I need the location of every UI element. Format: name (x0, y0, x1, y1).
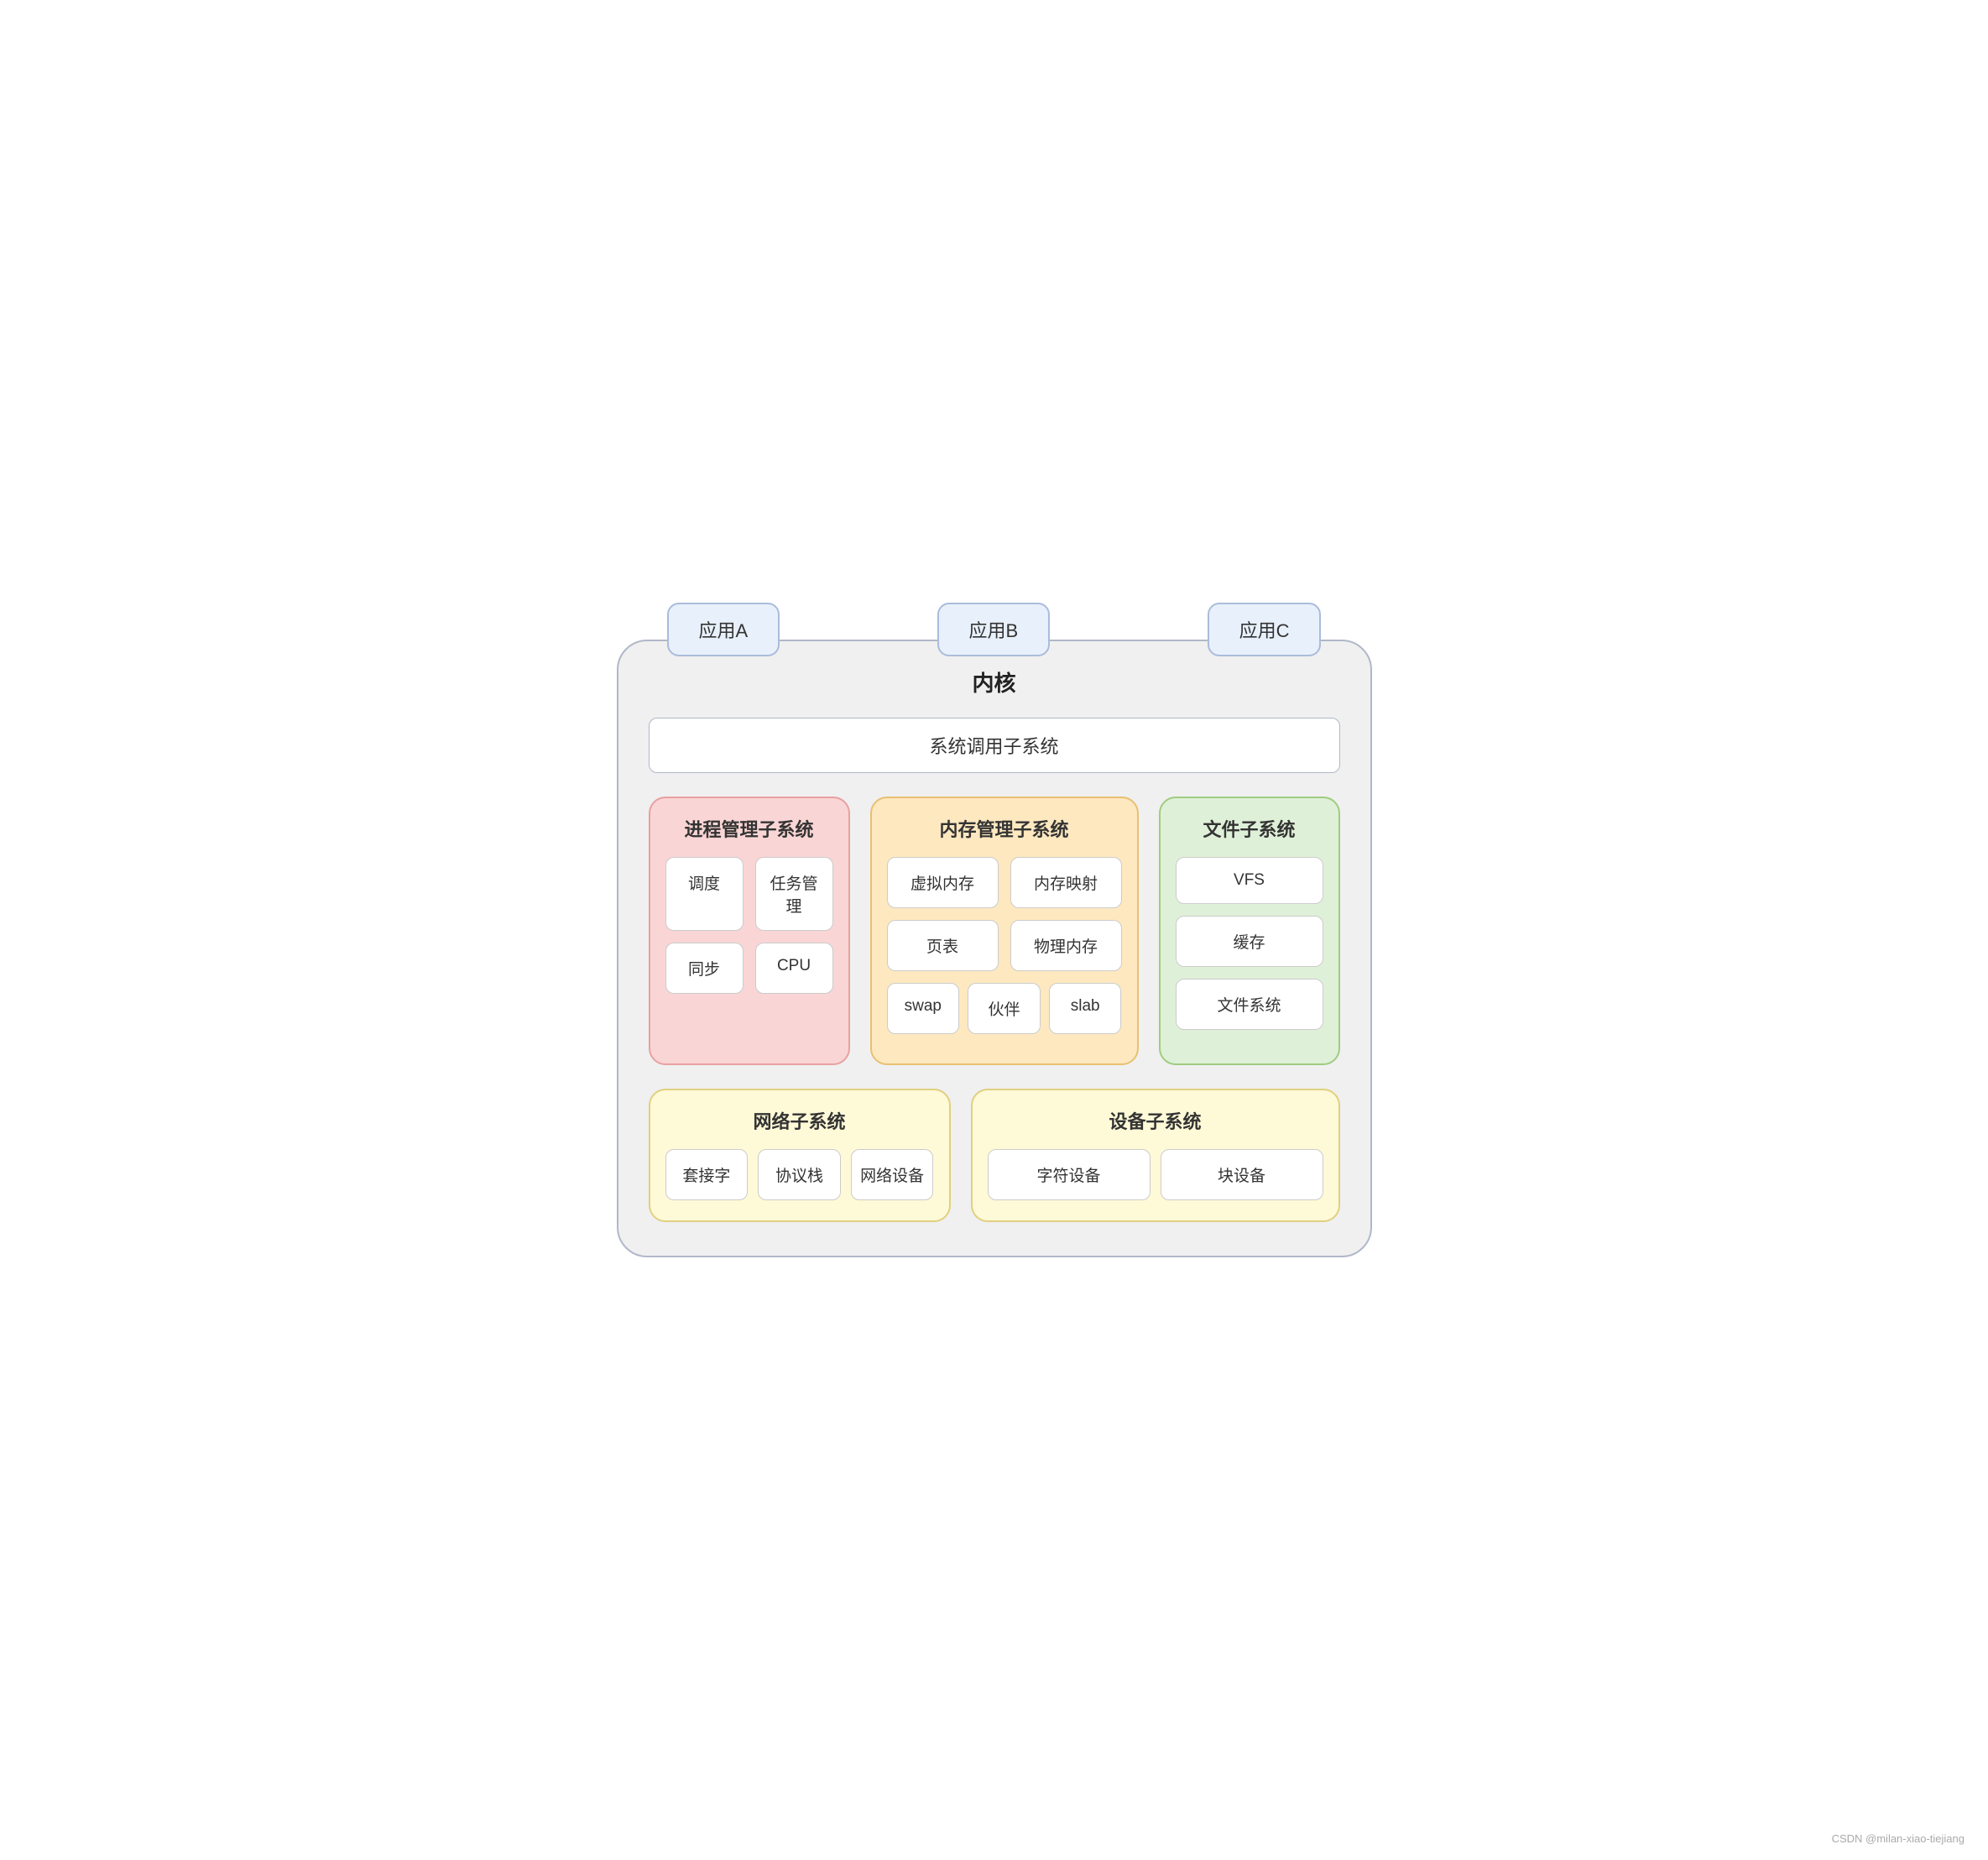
device-title: 设备子系统 (988, 1107, 1323, 1134)
block-device-box: 块设备 (1161, 1149, 1323, 1200)
process-grid: 调度 任务管理 同步 CPU (665, 857, 833, 994)
task-mgmt-box: 任务管理 (755, 857, 833, 931)
device-box: 设备子系统 字符设备 块设备 (971, 1089, 1340, 1222)
memory-title: 内存管理子系统 (887, 815, 1122, 842)
buddy-label: 伙伴 (988, 1001, 1020, 1019)
app-b-box: 应用B (937, 603, 1051, 656)
memory-map-box: 内存映射 (1010, 857, 1122, 908)
syscall-label: 系统调用子系统 (929, 736, 1058, 757)
cache-box: 缓存 (1176, 916, 1323, 967)
network-title: 网络子系统 (665, 1107, 934, 1134)
device-grid: 字符设备 块设备 (988, 1149, 1323, 1200)
sync-box: 同步 (665, 943, 744, 994)
app-c-box: 应用C (1208, 603, 1322, 656)
slab-box: slab (1049, 983, 1122, 1034)
page-table-label: 页表 (926, 938, 958, 956)
virtual-memory-box: 虚拟内存 (887, 857, 999, 908)
diagram-wrapper: 应用A 应用B 应用C 内核 系统调用子系统 进程管理子系统 调度 (617, 603, 1372, 1257)
watermark: CSDN @milan-xiao-tiejiang (1832, 1832, 1965, 1845)
network-device-label: 网络设备 (860, 1168, 924, 1185)
buddy-box: 伙伴 (968, 983, 1041, 1034)
syscall-box: 系统调用子系统 (649, 718, 1340, 773)
filesystem-grid: VFS 缓存 文件系统 (1176, 857, 1323, 1030)
swap-box: swap (887, 983, 960, 1034)
kernel-title: 内核 (649, 666, 1340, 698)
apps-row: 应用A 应用B 应用C (617, 603, 1372, 656)
physical-memory-label: 物理内存 (1034, 938, 1098, 956)
vfs-box: VFS (1176, 857, 1323, 904)
kernel-box: 内核 系统调用子系统 进程管理子系统 调度 任务管理 同步 (617, 640, 1372, 1257)
process-title: 进程管理子系统 (665, 815, 833, 842)
bottom-section: 网络子系统 套接字 协议栈 网络设备 设备子系统 (649, 1089, 1340, 1222)
memory-management-box: 内存管理子系统 虚拟内存 内存映射 页表 物理内存 (870, 797, 1139, 1065)
task-mgmt-label: 任务管理 (770, 875, 817, 916)
vfs-label: VFS (1234, 871, 1265, 889)
filesystem-box: 文件子系统 VFS 缓存 文件系统 (1159, 797, 1340, 1065)
cache-label: 缓存 (1233, 934, 1265, 952)
page-table-box: 页表 (887, 920, 999, 971)
cpu-box: CPU (755, 943, 833, 994)
virtual-memory-label: 虚拟内存 (911, 875, 974, 893)
schedule-box: 调度 (665, 857, 744, 931)
char-device-box: 字符设备 (988, 1149, 1151, 1200)
memory-grid-top: 虚拟内存 内存映射 页表 物理内存 (887, 857, 1122, 971)
app-b-label: 应用B (969, 620, 1019, 641)
network-device-box: 网络设备 (851, 1149, 934, 1200)
process-management-box: 进程管理子系统 调度 任务管理 同步 CPU (649, 797, 850, 1065)
app-c-label: 应用C (1239, 620, 1290, 641)
app-a-box: 应用A (667, 603, 780, 656)
middle-section: 进程管理子系统 调度 任务管理 同步 CPU (649, 797, 1340, 1065)
socket-box: 套接字 (665, 1149, 749, 1200)
schedule-label: 调度 (688, 875, 720, 893)
char-device-label: 字符设备 (1036, 1168, 1100, 1185)
swap-label: swap (905, 997, 942, 1015)
physical-memory-box: 物理内存 (1010, 920, 1122, 971)
protocol-stack-label: 协议栈 (775, 1168, 823, 1185)
filesystem-title: 文件子系统 (1176, 815, 1323, 842)
network-box: 网络子系统 套接字 协议栈 网络设备 (649, 1089, 951, 1222)
network-grid: 套接字 协议栈 网络设备 (665, 1149, 934, 1200)
protocol-stack-box: 协议栈 (758, 1149, 841, 1200)
memory-grid-bottom: swap 伙伴 slab (887, 983, 1122, 1034)
memory-map-label: 内存映射 (1034, 875, 1098, 893)
block-device-label: 块设备 (1218, 1168, 1265, 1185)
file-system-box: 文件系统 (1176, 979, 1323, 1030)
slab-label: slab (1071, 997, 1100, 1015)
app-a-label: 应用A (699, 620, 749, 641)
file-system-label: 文件系统 (1217, 997, 1281, 1015)
cpu-label: CPU (777, 957, 811, 974)
sync-label: 同步 (688, 961, 720, 979)
socket-label: 套接字 (682, 1168, 730, 1185)
